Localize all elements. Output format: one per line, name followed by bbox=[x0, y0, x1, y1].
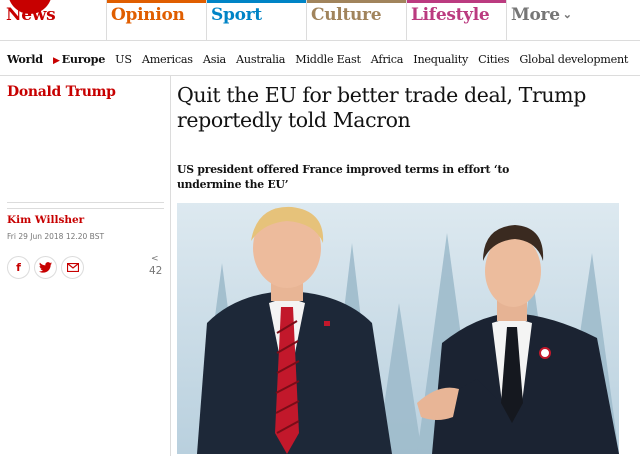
sub-nav: World ▶ Europe US Americas Asia Australia… bbox=[0, 41, 640, 76]
twitter-icon[interactable] bbox=[34, 256, 57, 279]
pillar-lifestyle-bar bbox=[407, 0, 507, 3]
byline-author[interactable]: Kim Willsher bbox=[7, 214, 84, 226]
subnav-item-global-development[interactable]: Global development bbox=[519, 53, 628, 66]
series-label[interactable]: Donald Trump bbox=[7, 84, 116, 100]
subnav-item-us[interactable]: US bbox=[115, 53, 132, 66]
pillar-sport-label: Sport bbox=[211, 5, 262, 25]
envelope-glyph bbox=[66, 262, 79, 273]
subnav-item-europe[interactable]: ▶ Europe bbox=[53, 52, 105, 66]
pillar-more[interactable]: More ⌄ bbox=[506, 0, 640, 40]
pillar-culture[interactable]: Culture bbox=[306, 0, 407, 40]
article-main-image bbox=[177, 203, 619, 454]
article-standfirst: US president offered France improved ter… bbox=[177, 163, 510, 191]
email-icon[interactable] bbox=[61, 256, 84, 279]
subnav-item-inequality[interactable]: Inequality bbox=[413, 53, 468, 66]
chevron-down-icon: ⌄ bbox=[562, 8, 572, 21]
subnav-item-europe-label: Europe bbox=[61, 52, 106, 66]
pillar-opinion-bar bbox=[107, 0, 207, 3]
pillar-nav: News Opinion Sport Culture Lifestyle Mor… bbox=[0, 0, 640, 41]
share-count-value: 42 bbox=[149, 265, 163, 277]
share-icon: < bbox=[151, 254, 159, 264]
facebook-icon[interactable]: f bbox=[7, 256, 30, 279]
current-section-arrow-icon: ▶ bbox=[52, 56, 60, 66]
pillar-sport-bar bbox=[207, 0, 307, 3]
pillar-lifestyle[interactable]: Lifestyle bbox=[406, 0, 507, 40]
photo-illustration bbox=[177, 203, 619, 454]
subnav-item-cities[interactable]: Cities bbox=[478, 53, 509, 66]
twitter-bird-glyph bbox=[39, 262, 52, 273]
publish-date: Fri 29 Jun 2018 12.20 BST bbox=[7, 232, 105, 241]
pillar-opinion[interactable]: Opinion bbox=[106, 0, 207, 40]
article-meta-column: Donald Trump Kim Willsher Fri 29 Jun 201… bbox=[0, 76, 171, 456]
pillar-news[interactable]: News bbox=[0, 0, 106, 40]
article-headline: Quit the EU for better trade deal, Trump… bbox=[177, 83, 586, 132]
pillar-sport[interactable]: Sport bbox=[206, 0, 307, 40]
pillar-lifestyle-label: Lifestyle bbox=[411, 5, 490, 25]
subnav-item-americas[interactable]: Americas bbox=[142, 53, 193, 66]
meta-divider bbox=[7, 202, 164, 209]
subnav-item-middle-east[interactable]: Middle East bbox=[295, 53, 361, 66]
subnav-item-australia[interactable]: Australia bbox=[236, 53, 285, 66]
pillar-opinion-label: Opinion bbox=[111, 5, 185, 25]
subnav-item-africa[interactable]: Africa bbox=[371, 53, 404, 66]
pillar-more-label: More bbox=[511, 5, 560, 25]
subnav-item-asia[interactable]: Asia bbox=[203, 53, 226, 66]
pillar-culture-label: Culture bbox=[311, 5, 382, 25]
subnav-item-world[interactable]: World bbox=[7, 52, 43, 66]
pillar-news-label: News bbox=[6, 5, 56, 25]
pillar-more-label-wrap: More ⌄ bbox=[511, 5, 572, 25]
pillar-culture-bar bbox=[307, 0, 407, 3]
